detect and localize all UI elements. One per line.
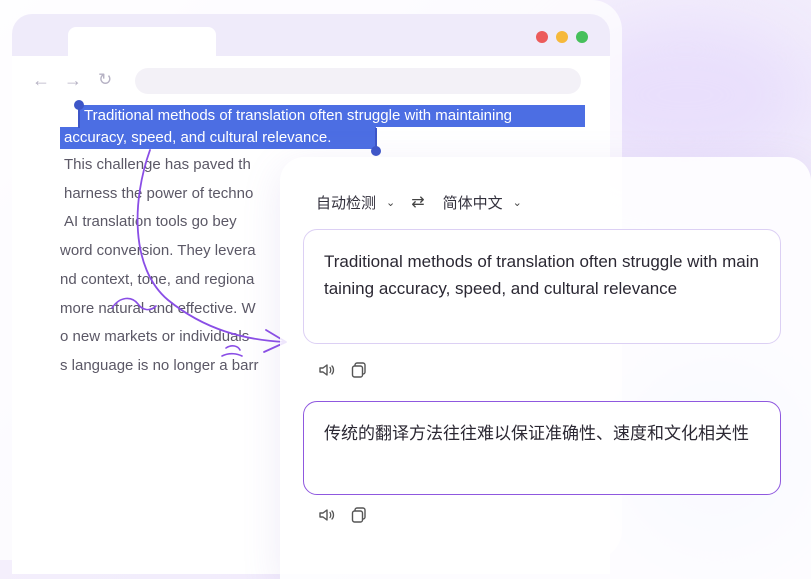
- target-language-dropdown[interactable]: 简体中文 ⌄: [443, 192, 522, 213]
- source-text-box[interactable]: Traditional methods of translation often…: [303, 229, 781, 344]
- selection-start-handle[interactable]: [74, 100, 84, 110]
- chevron-down-icon: ⌄: [512, 196, 522, 209]
- selection-end-handle[interactable]: [371, 146, 381, 156]
- speaker-icon[interactable]: [318, 361, 336, 379]
- article-text-line: AI translation tools go bey: [64, 213, 237, 230]
- translated-text: 传统的翻译方法往往难以保证准确性、速度和文化相关性: [324, 424, 749, 443]
- source-actions: [318, 361, 368, 379]
- source-text: Traditional methods of translation often…: [324, 252, 759, 298]
- selected-text-line[interactable]: Traditional methods of translation often…: [78, 105, 585, 127]
- article-text-line: harness the power of techno: [64, 185, 254, 202]
- arrow-right-icon[interactable]: →: [64, 70, 82, 90]
- article-text-line: This challenge has paved th: [64, 156, 251, 173]
- article-text-line: word conversion. They levera: [60, 242, 256, 259]
- copy-icon[interactable]: [350, 506, 368, 524]
- source-language-dropdown[interactable]: 自动检测 ⌄: [316, 192, 395, 213]
- swap-icon[interactable]: ⇄: [411, 192, 424, 212]
- article-text-line: o new markets or individuals: [60, 328, 250, 345]
- translation-actions: [318, 506, 368, 524]
- target-language-label: 简体中文: [442, 194, 503, 212]
- minimize-window-dot[interactable]: [556, 31, 568, 43]
- maximize-window-dot[interactable]: [576, 31, 588, 43]
- article-text-line: s language is no longer a barr: [60, 357, 259, 374]
- selected-text-line[interactable]: accuracy, speed, and cultural relevance.: [60, 127, 376, 149]
- copy-icon[interactable]: [350, 361, 368, 379]
- language-selector-bar: 自动检测 ⌄ ⇄ 简体中文 ⌄: [316, 192, 522, 212]
- source-language-label: 自动检测: [316, 194, 377, 212]
- translated-text-box[interactable]: 传统的翻译方法往往难以保证准确性、速度和文化相关性: [303, 401, 781, 495]
- reload-icon[interactable]: ↻: [98, 70, 112, 90]
- browser-tab[interactable]: [68, 27, 216, 56]
- translation-panel: 自动检测 ⌄ ⇄ 简体中文 ⌄ Traditional methods of t…: [280, 157, 811, 579]
- speaker-icon[interactable]: [318, 506, 336, 524]
- article-text-line: nd context, tone, and regiona: [60, 271, 255, 288]
- arrow-left-icon[interactable]: ←: [32, 70, 50, 90]
- selection-start-caret: [78, 108, 80, 128]
- article-text-line: more natural and effective. W: [60, 300, 256, 317]
- chevron-down-icon: ⌄: [386, 196, 396, 209]
- close-window-dot[interactable]: [536, 31, 548, 43]
- tab-bar: [12, 14, 610, 56]
- address-bar[interactable]: [135, 68, 581, 94]
